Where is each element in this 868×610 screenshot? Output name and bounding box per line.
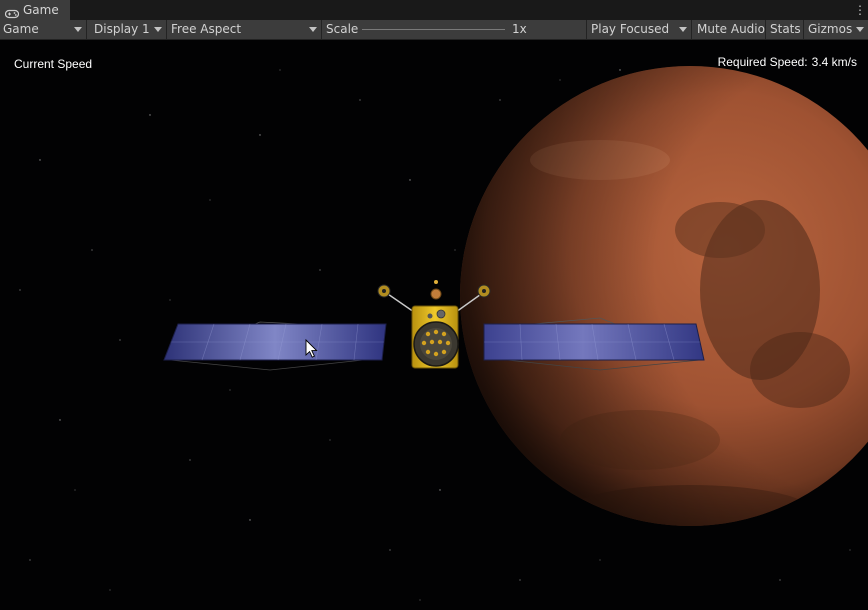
chevron-down-icon xyxy=(856,27,864,32)
chevron-down-icon xyxy=(74,27,82,32)
required-speed-label: Required Speed: xyxy=(717,55,808,69)
gamepad-icon xyxy=(4,5,20,19)
aspect-dropdown[interactable]: Free Aspect xyxy=(167,20,322,39)
chevron-down-icon xyxy=(309,27,317,32)
stats-toggle[interactable]: Stats xyxy=(766,20,804,39)
view-dropdown[interactable]: Game xyxy=(0,20,87,39)
tab-strip: Game ⋮ xyxy=(0,0,868,20)
scale-slider-track[interactable] xyxy=(362,29,505,30)
scene-render xyxy=(19,66,868,601)
game-window: Game ⋮ Game Display 1 Free Aspect Scale … xyxy=(0,0,868,610)
play-mode-dropdown[interactable]: Play Focused xyxy=(587,20,692,39)
tab-game[interactable]: Game xyxy=(0,0,70,20)
scale-label: Scale xyxy=(326,22,359,36)
gizmos-label: Gizmos xyxy=(808,22,853,36)
mute-audio-toggle[interactable]: Mute Audio xyxy=(692,20,766,39)
tab-label: Game xyxy=(23,3,59,17)
view-dropdown-label: Game xyxy=(3,22,39,36)
scale-slider[interactable]: Scale 1x xyxy=(322,20,587,39)
game-toolbar: Game Display 1 Free Aspect Scale 1x Play… xyxy=(0,20,868,40)
chevron-down-icon xyxy=(154,27,162,32)
chevron-down-icon xyxy=(679,27,687,32)
required-speed-readout: Required Speed: 3.4 km/s xyxy=(718,55,857,69)
mars-planet xyxy=(460,66,868,526)
current-speed-label: Current Speed xyxy=(14,57,93,71)
gizmos-dropdown[interactable]: Gizmos xyxy=(804,20,868,39)
kebab-menu-icon[interactable]: ⋮ xyxy=(854,0,866,20)
game-viewport[interactable]: Current Speed Required Speed: 3.4 km/s xyxy=(0,40,868,610)
stats-label: Stats xyxy=(770,22,801,36)
mute-audio-label: Mute Audio xyxy=(697,22,765,36)
display-dropdown-label: Display 1 xyxy=(94,22,150,36)
display-dropdown[interactable]: Display 1 xyxy=(87,20,167,39)
scale-value: 1x xyxy=(512,22,527,36)
play-mode-label: Play Focused xyxy=(591,22,670,36)
required-speed-value: 3.4 km/s xyxy=(811,55,857,69)
aspect-dropdown-label: Free Aspect xyxy=(171,22,242,36)
